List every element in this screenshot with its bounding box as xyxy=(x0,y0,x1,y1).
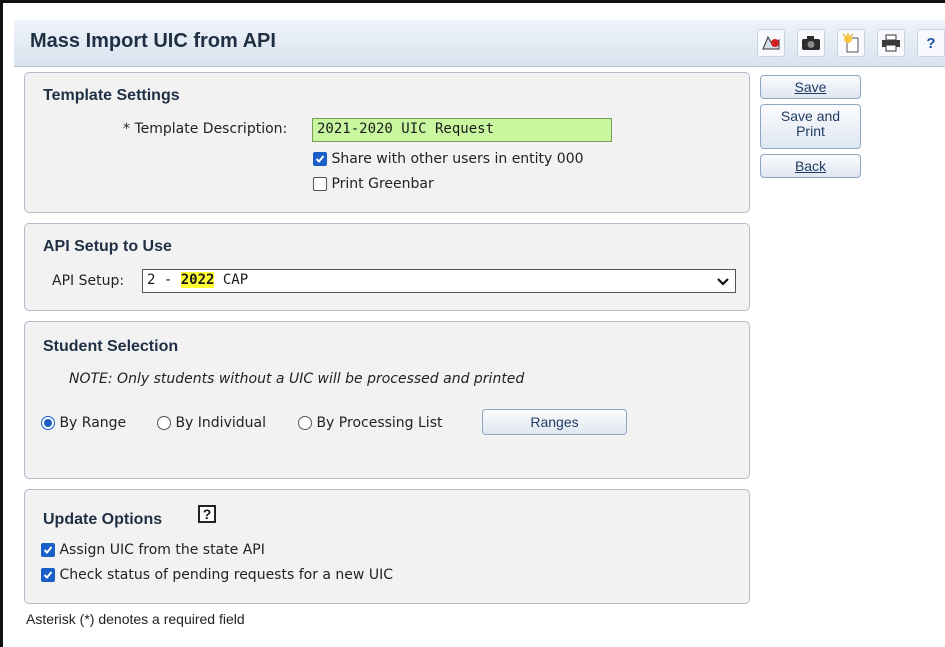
greenbar-checkbox-row[interactable]: Print Greenbar xyxy=(313,176,434,192)
title-bar: Mass Import UIC from API ? xyxy=(14,20,945,67)
radio-by-range-row[interactable]: By Range xyxy=(41,415,126,431)
page-title: Mass Import UIC from API xyxy=(30,30,276,52)
api-setup-heading: API Setup to Use xyxy=(43,238,172,255)
lightbulb-icon[interactable] xyxy=(837,29,865,57)
map-alert-icon[interactable] xyxy=(757,29,785,57)
save-button[interactable]: Save xyxy=(760,75,861,99)
update-options-heading: Update Options xyxy=(43,511,163,528)
save-and-print-label-line1: Save and xyxy=(780,108,841,124)
ranges-button-label: Ranges xyxy=(530,414,579,430)
required-field-note: Asterisk (*) denotes a required field xyxy=(26,611,245,627)
student-selection-panel: Student Selection NOTE: Only students wi… xyxy=(24,321,750,479)
radio-by-range[interactable] xyxy=(41,416,55,430)
radio-by-individual-row[interactable]: By Individual xyxy=(157,415,266,431)
api-setup-value-suffix: CAP xyxy=(214,272,249,288)
api-setup-value-year: 2022 xyxy=(180,272,215,288)
print-icon[interactable] xyxy=(877,29,905,57)
window-border-top xyxy=(0,0,945,3)
window-border-left xyxy=(0,0,3,647)
update-options-panel: Update Options ? Assign UIC from the sta… xyxy=(24,489,750,604)
save-and-print-label-line2: Print xyxy=(796,123,825,139)
greenbar-checkbox-label: Print Greenbar xyxy=(331,176,434,192)
share-checkbox-row[interactable]: Share with other users in entity 000 xyxy=(313,151,584,167)
radio-by-individual[interactable] xyxy=(157,416,171,430)
ranges-button[interactable]: Ranges xyxy=(482,409,627,435)
back-button[interactable]: Back xyxy=(760,154,861,178)
check-status-checkbox[interactable] xyxy=(41,568,55,582)
help-icon[interactable]: ? xyxy=(917,29,945,57)
save-and-print-button[interactable]: Save and Print xyxy=(760,104,861,149)
api-setup-select[interactable]: 2 - 2022 CAP xyxy=(142,269,736,293)
radio-by-processing-list-row[interactable]: By Processing List xyxy=(298,415,442,431)
update-options-help-icon[interactable]: ? xyxy=(198,505,216,523)
greenbar-checkbox[interactable] xyxy=(313,177,327,191)
radio-by-individual-label: By Individual xyxy=(175,415,266,431)
assign-uic-checkbox-row[interactable]: Assign UIC from the state API xyxy=(41,542,265,558)
radio-by-processing-list-label: By Processing List xyxy=(316,415,443,431)
student-selection-note: NOTE: Only students without a UIC will b… xyxy=(69,371,525,387)
api-setup-value-prefix: 2 - xyxy=(147,272,181,288)
assign-uic-checkbox-label: Assign UIC from the state API xyxy=(59,542,265,558)
toolbar-icons: ? xyxy=(757,29,945,57)
template-description-input[interactable]: 2021-2020 UIC Request xyxy=(312,118,612,142)
api-setup-panel: API Setup to Use API Setup: 2 - 2022 CAP xyxy=(24,223,750,311)
student-selection-heading: Student Selection xyxy=(43,338,179,355)
update-options-help-glyph: ? xyxy=(202,506,212,522)
share-checkbox[interactable] xyxy=(313,152,327,166)
radio-by-range-label: By Range xyxy=(59,415,127,431)
api-setup-label: API Setup: xyxy=(52,273,125,289)
template-description-value: 2021-2020 UIC Request xyxy=(317,121,495,137)
check-status-checkbox-row[interactable]: Check status of pending requests for a n… xyxy=(41,567,393,583)
camera-icon[interactable] xyxy=(797,29,825,57)
back-button-label: Back xyxy=(794,158,827,174)
assign-uic-checkbox[interactable] xyxy=(41,543,55,557)
save-button-label: Save xyxy=(794,79,827,95)
check-status-checkbox-label: Check status of pending requests for a n… xyxy=(59,567,393,583)
radio-by-processing-list[interactable] xyxy=(298,416,312,430)
template-settings-heading: Template Settings xyxy=(43,87,180,104)
template-description-label: * Template Description: xyxy=(123,121,288,137)
chevron-down-icon xyxy=(717,275,729,291)
template-settings-panel: Template Settings * Template Description… xyxy=(24,72,750,213)
share-checkbox-label: Share with other users in entity 000 xyxy=(331,151,584,167)
